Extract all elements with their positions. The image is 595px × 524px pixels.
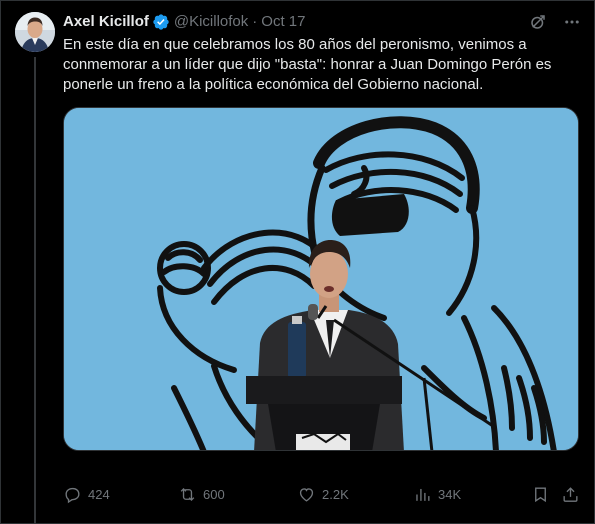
tweet-header: Axel Kicillof @Kicillofok · Oct 17 (63, 12, 582, 32)
media-photo (64, 108, 578, 450)
tweet-container: Axel Kicillof @Kicillofok · Oct 17 En es… (0, 0, 595, 524)
microphone (308, 304, 318, 320)
view-count: 34K (438, 486, 462, 502)
like-count: 2.2K (322, 486, 349, 502)
bookmark-icon (535, 486, 546, 502)
header-actions (528, 12, 582, 32)
tweet-media[interactable] (63, 107, 579, 451)
author-handle[interactable]: @Kicillofok (174, 12, 248, 32)
repost-count: 600 (203, 486, 225, 502)
repost-icon (180, 487, 195, 501)
views-button[interactable]: 34K (413, 485, 461, 504)
bookmark-button[interactable] (531, 485, 550, 504)
separator-dot: · (252, 13, 258, 30)
grok-icon[interactable] (528, 12, 548, 32)
thread-line (34, 57, 36, 524)
reply-button[interactable]: 424 (63, 485, 110, 504)
heart-icon (299, 487, 314, 502)
share-button[interactable] (561, 485, 580, 504)
tweet-text: En este día en que celebramos los 80 año… (63, 36, 552, 93)
verified-badge-icon (152, 13, 170, 31)
like-button[interactable]: 2.2K (297, 485, 349, 504)
reply-icon (65, 487, 80, 503)
analytics-icon (416, 488, 430, 501)
reply-count: 424 (88, 486, 110, 502)
tweet-date[interactable]: Oct 17 (261, 12, 305, 32)
more-icon[interactable] (562, 12, 582, 32)
tweet-actions: 424 600 2.2K 34K (63, 483, 578, 505)
repost-button[interactable]: 600 (178, 485, 225, 504)
author-name[interactable]: Axel Kicillof (63, 12, 149, 32)
avatar[interactable] (15, 12, 55, 52)
avatar-image (15, 12, 55, 52)
share-icon (563, 486, 578, 502)
